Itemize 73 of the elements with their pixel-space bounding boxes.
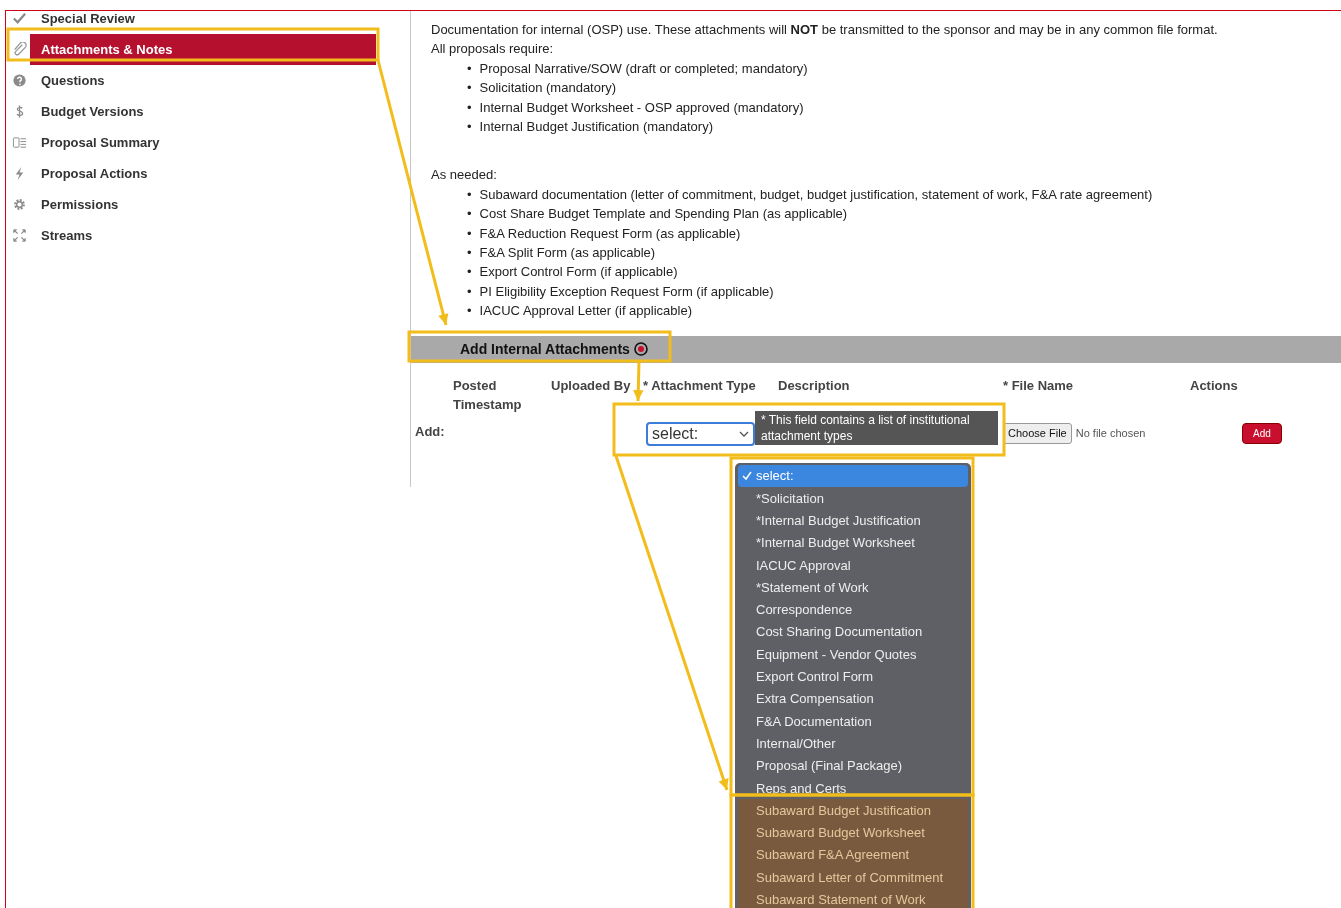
list-item: Proposal Narrative/SOW (draft or completed; mandatory) xyxy=(479,59,808,78)
expand-icon xyxy=(11,228,27,243)
list-item: Internal Budget Justification (mandatory) xyxy=(479,118,713,137)
bullet: • xyxy=(467,282,472,301)
dropdown-option[interactable]: *Solicitation xyxy=(738,487,968,510)
dropdown-option[interactable]: Extra Compensation xyxy=(738,687,968,711)
dropdown-option[interactable]: *Internal Budget Justification xyxy=(738,509,968,532)
select-field[interactable]: select: xyxy=(646,421,755,446)
column-header: * Attachment Type xyxy=(643,376,756,395)
bullet: • xyxy=(467,98,472,117)
bullet: • xyxy=(467,224,472,243)
column-header: Posted Timestamp xyxy=(453,376,523,414)
bullet: • xyxy=(467,185,472,204)
dropdown-option[interactable]: Proposal (Final Package) xyxy=(738,754,968,778)
dropdown-option[interactable]: Internal/Other xyxy=(738,732,968,755)
summary-icon xyxy=(11,135,27,150)
column-header: * File Name xyxy=(1003,376,1074,395)
list-item: Export Control Form (if applicable) xyxy=(479,263,678,282)
dropdown-option[interactable]: Subaward F&A Agreement xyxy=(738,844,968,867)
tooltip: * This field contains a list of institutional attachment types xyxy=(755,411,998,445)
dropdown-option[interactable]: *Internal Budget Worksheet xyxy=(738,531,968,555)
sidebar-item[interactable]: Budget Versions xyxy=(8,96,376,127)
sidebar-item[interactable]: Streams xyxy=(8,220,376,251)
bullet: • xyxy=(467,118,472,137)
check-icon xyxy=(11,11,27,26)
list-item: F&A Split Form (as applicable) xyxy=(479,244,656,263)
file-button[interactable]: Choose File xyxy=(1003,423,1072,444)
dropdown-option[interactable]: Export Control Form xyxy=(738,665,968,688)
list-heading: All proposals require: xyxy=(431,40,555,59)
intro-text: Documentation for internal (OSP) use. These attachments will NOT be transmitted to the sponsor and may be in any common file format. xyxy=(431,21,1219,39)
list-item: Subaward documentation (letter of commitment, budget, budget justification, statement of work, F&A rate agreement) xyxy=(479,185,1153,204)
list-item: IACUC Approval Letter (if applicable) xyxy=(479,302,692,321)
dropdown-option[interactable]: IACUC Approval xyxy=(738,554,968,577)
list-item: Solicitation (mandatory) xyxy=(479,79,617,98)
sidebar-item[interactable]: Proposal Actions xyxy=(8,158,376,189)
sidebar-item[interactable]: Permissions xyxy=(8,189,376,220)
bullet: • xyxy=(467,205,472,224)
sidebar-item[interactable]: Questions xyxy=(8,65,376,96)
dropdown-option[interactable]: F&A Documentation xyxy=(738,710,968,733)
dropdown-option[interactable]: Reps and Certs xyxy=(738,777,968,800)
add-button[interactable]: Add xyxy=(1242,423,1282,445)
dropdown-option[interactable]: Equipment - Vendor Quotes xyxy=(738,643,968,666)
dropdown-option[interactable]: Correspondence xyxy=(738,598,968,622)
list-item: Cost Share Budget Template and Spending Plan (as applicable) xyxy=(479,205,848,224)
bullet: • xyxy=(467,244,472,263)
dropdown-option[interactable]: *Statement of Work xyxy=(738,576,968,599)
sidebar-item[interactable]: Proposal Summary xyxy=(8,127,376,158)
list-heading: As needed: xyxy=(431,166,498,185)
dropdown-option[interactable]: Subaward Statement of Work xyxy=(738,888,968,908)
file-status: No file chosen xyxy=(1075,426,1146,442)
sidebar-item[interactable]: Special Review xyxy=(8,11,376,34)
list-item: PI Eligibility Exception Request Form (if applicable) xyxy=(479,282,774,301)
bullet: • xyxy=(467,263,472,282)
column-header: Uploaded By xyxy=(551,376,631,395)
column-header: Description xyxy=(778,376,850,395)
list-item: F&A Reduction Request Form (as applicable) xyxy=(479,224,741,243)
dropdown-option[interactable]: Cost Sharing Documentation xyxy=(738,621,968,644)
bullet: • xyxy=(467,302,472,321)
callout-arrow xyxy=(633,360,644,402)
check-icon xyxy=(742,471,752,481)
dropdown-option[interactable]: select: xyxy=(738,465,968,488)
chevron-icon xyxy=(739,430,749,437)
bullet: • xyxy=(467,59,472,78)
dropdown-option[interactable]: Subaward Budget Justification xyxy=(738,799,968,822)
column-header: Actions xyxy=(1190,376,1238,395)
section-header: Add Internal Attachments xyxy=(411,335,1341,363)
dropdown-option[interactable]: Subaward Budget Worksheet xyxy=(738,821,968,845)
row-label: Add: xyxy=(415,422,445,441)
bullet: • xyxy=(467,79,472,98)
dropdown-option[interactable]: Subaward Letter of Commitment xyxy=(738,866,968,889)
gear-icon xyxy=(11,197,27,212)
list-item: Internal Budget Worksheet - OSP approved (mandatory) xyxy=(479,98,804,117)
paperclip-icon xyxy=(11,42,27,57)
